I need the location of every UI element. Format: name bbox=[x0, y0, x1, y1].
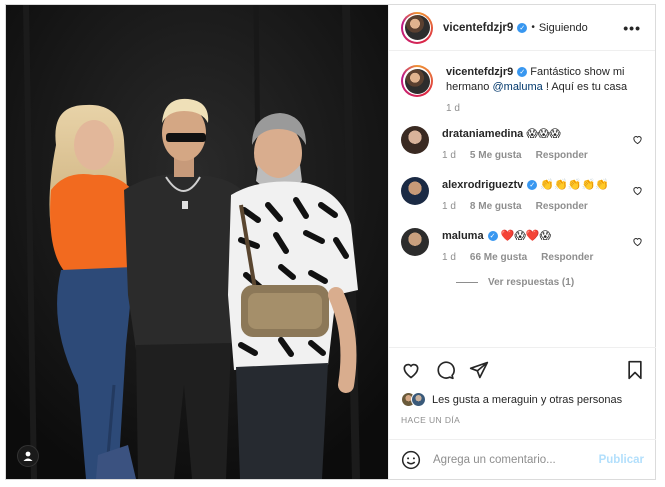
verified-badge-icon: ✓ bbox=[487, 231, 498, 242]
replies-line bbox=[456, 282, 478, 283]
reply-button[interactable]: Responder bbox=[536, 150, 588, 161]
comment-avatar[interactable] bbox=[401, 126, 429, 154]
comment-time[interactable]: 1 d bbox=[442, 252, 456, 263]
verified-badge-icon: ✓ bbox=[517, 67, 528, 78]
comment-like-heart-icon[interactable] bbox=[632, 236, 643, 247]
post-side-panel: vicentefdzjr9 ✓ • Siguiendo ••• vicentef… bbox=[388, 5, 656, 479]
comment-time[interactable]: 1 d bbox=[442, 150, 456, 161]
avatar-image bbox=[404, 68, 430, 94]
caption-username[interactable]: vicentefdzjr9 bbox=[446, 66, 513, 78]
view-replies-label: Ver respuestas (1) bbox=[488, 277, 575, 288]
comment-username[interactable]: maluma bbox=[442, 230, 484, 242]
comment-time[interactable]: 1 d bbox=[442, 201, 456, 212]
liker-avatar bbox=[411, 392, 426, 407]
likes-text: Les gusta a meraguin y otras personas bbox=[432, 393, 623, 406]
comment-likes[interactable]: 5 Me gusta bbox=[470, 150, 522, 161]
comment-item: drataniamedina 😱😱😱 1 d 5 Me gusta Respon… bbox=[401, 126, 643, 161]
caption-mention-link[interactable]: @maluma bbox=[492, 81, 542, 93]
photo-illustration bbox=[6, 5, 388, 479]
comment-item: alexrodrigueztv ✓ 👏👏👏👏👏 1 d 8 Me gusta Re… bbox=[401, 177, 643, 212]
heart-icon bbox=[403, 363, 419, 379]
post-caption: vicentefdzjr9 ✓ Fantástico show mi herman… bbox=[401, 65, 643, 114]
reply-button[interactable]: Responder bbox=[541, 252, 593, 263]
comment-avatar[interactable] bbox=[401, 177, 429, 205]
user-tag-button[interactable] bbox=[17, 445, 39, 467]
comment-input[interactable]: Agrega un comentario... bbox=[433, 454, 599, 466]
caption-text-2: ! Aquí es tu casa bbox=[542, 81, 628, 93]
comment-item: maluma ✓ ❤️😱❤️😱 1 d 66 Me gusta Responder bbox=[401, 228, 643, 263]
comment-avatar[interactable] bbox=[401, 228, 429, 256]
author-username[interactable]: vicentefdzjr9 bbox=[443, 22, 513, 34]
reply-button[interactable]: Responder bbox=[536, 201, 588, 212]
separator-dot: • bbox=[531, 22, 535, 33]
author-avatar[interactable] bbox=[401, 11, 433, 44]
comment-text: ❤️😱❤️😱 bbox=[500, 229, 551, 242]
post-photo[interactable] bbox=[6, 5, 388, 479]
post-actions: Les gusta a meraguin y otras personas HA… bbox=[389, 347, 656, 425]
post-date[interactable]: HACE UN DÍA bbox=[401, 415, 644, 425]
more-options-icon[interactable]: ••• bbox=[623, 20, 641, 36]
comment-text: 👏👏👏👏👏 bbox=[540, 178, 609, 191]
share-icon bbox=[469, 361, 489, 379]
share-button[interactable] bbox=[469, 360, 489, 380]
comments-list[interactable]: vicentefdzjr9 ✓ Fantástico show mi herman… bbox=[389, 51, 655, 347]
view-replies-button[interactable]: Ver respuestas (1) bbox=[456, 277, 643, 288]
comment-icon bbox=[437, 361, 455, 380]
following-button[interactable]: Siguiendo bbox=[539, 22, 588, 34]
comment-text: 😱😱😱 bbox=[526, 127, 561, 140]
comment-username[interactable]: alexrodrigueztv bbox=[442, 179, 523, 191]
comment-button[interactable] bbox=[435, 360, 455, 380]
emoji-icon[interactable] bbox=[401, 450, 421, 470]
verified-badge-icon: ✓ bbox=[517, 22, 528, 33]
bookmark-icon bbox=[628, 360, 642, 380]
publish-button[interactable]: Publicar bbox=[599, 454, 644, 466]
verified-badge-icon: ✓ bbox=[527, 180, 538, 191]
post-header: vicentefdzjr9 ✓ • Siguiendo ••• bbox=[389, 5, 655, 51]
caption-avatar[interactable] bbox=[401, 65, 433, 97]
instagram-post-modal: vicentefdzjr9 ✓ • Siguiendo ••• vicentef… bbox=[5, 4, 656, 480]
comment-like-heart-icon[interactable] bbox=[632, 185, 643, 196]
comment-likes[interactable]: 66 Me gusta bbox=[470, 252, 527, 263]
user-tag-icon bbox=[23, 451, 33, 461]
likes-summary[interactable]: Les gusta a meraguin y otras personas bbox=[401, 392, 644, 407]
avatar-image bbox=[404, 15, 430, 40]
comment-like-heart-icon[interactable] bbox=[632, 134, 643, 145]
comment-username[interactable]: drataniamedina bbox=[442, 128, 523, 140]
comment-likes[interactable]: 8 Me gusta bbox=[470, 201, 522, 212]
save-button[interactable] bbox=[626, 360, 644, 380]
caption-time[interactable]: 1 d bbox=[446, 103, 460, 114]
add-comment-bar: Agrega un comentario... Publicar bbox=[389, 439, 656, 479]
like-button[interactable] bbox=[401, 360, 421, 380]
